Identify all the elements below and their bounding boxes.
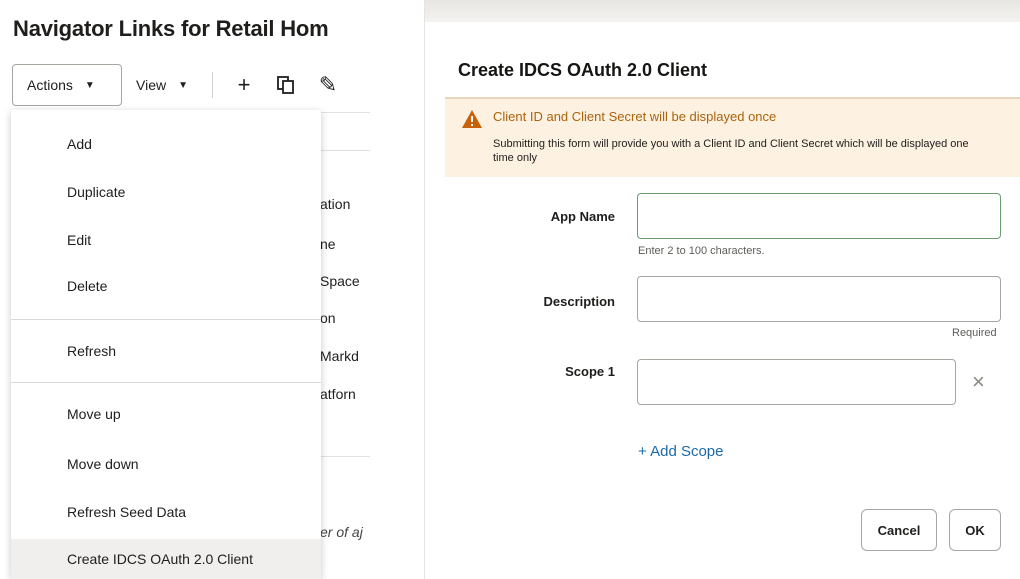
table-cell: Space (320, 273, 360, 289)
background-italic-text: er of aj (320, 524, 363, 540)
menu-item-refresh[interactable]: Refresh (11, 331, 321, 371)
edit-icon[interactable]: ✎ (317, 72, 339, 97)
view-label: View (136, 77, 167, 93)
warning-icon (462, 110, 482, 128)
description-input[interactable] (637, 276, 1001, 322)
table-divider (320, 112, 370, 113)
app-name-help: Enter 2 to 100 characters. (638, 245, 765, 257)
toolbar: Actions ▼ View ▼ + ✎ (12, 64, 339, 106)
required-indicator: Required (952, 327, 997, 339)
chevron-down-icon: ▼ (178, 79, 188, 91)
table-cell: on (320, 310, 336, 326)
description-label: Description (543, 294, 615, 309)
dialog-backdrop-strip (425, 0, 1020, 22)
create-oauth-client-dialog: Create IDCS OAuth 2.0 Client Client ID a… (424, 0, 1020, 579)
banner-body: Submitting this form will provide you wi… (493, 138, 969, 164)
scope-1-input[interactable] (637, 359, 956, 405)
view-menu-button[interactable]: View ▼ (136, 64, 188, 106)
cancel-button[interactable]: Cancel (861, 509, 937, 551)
background-table: ation ne Space on Markd atforn (320, 112, 370, 462)
table-cell: atforn (320, 386, 356, 402)
duplicate-icon-svg (277, 76, 294, 94)
menu-item-move-down[interactable]: Move down (11, 444, 321, 484)
chevron-down-icon: ▼ (84, 79, 95, 91)
page-title: Navigator Links for Retail Hom (13, 16, 329, 41)
app-name-input[interactable] (637, 193, 1001, 239)
table-divider (320, 456, 370, 457)
table-cell: ation (320, 196, 351, 212)
menu-item-duplicate[interactable]: Duplicate (11, 172, 321, 212)
navigator-links-panel: Navigator Links for Retail Hom Actions ▼… (0, 0, 420, 579)
actions-dropdown-menu: Add Duplicate Edit Delete Refresh Move u… (11, 110, 321, 579)
app-name-label: App Name (550, 209, 615, 224)
actions-label: Actions (27, 77, 73, 93)
menu-item-create-idcs-oauth-client[interactable]: Create IDCS OAuth 2.0 Client (11, 539, 321, 579)
ok-button[interactable]: OK (949, 509, 1001, 551)
clear-scope-icon[interactable]: × (972, 371, 985, 393)
table-divider (320, 150, 370, 151)
menu-item-edit[interactable]: Edit (11, 220, 321, 260)
actions-menu-button[interactable]: Actions ▼ (12, 64, 122, 106)
table-cell: ne (320, 236, 336, 252)
menu-item-delete[interactable]: Delete (11, 266, 321, 306)
menu-divider (11, 382, 321, 383)
banner-heading: Client ID and Client Secret will be disp… (493, 109, 777, 124)
table-cell: Markd (320, 348, 359, 364)
scope-1-label: Scope 1 (565, 364, 615, 379)
add-icon[interactable]: + (233, 72, 255, 97)
menu-item-refresh-seed-data[interactable]: Refresh Seed Data (11, 492, 321, 532)
toolbar-divider (212, 72, 213, 98)
menu-divider (11, 319, 321, 320)
add-scope-link[interactable]: + Add Scope (638, 443, 724, 460)
warning-banner: Client ID and Client Secret will be disp… (445, 97, 1020, 177)
menu-item-add[interactable]: Add (11, 124, 321, 164)
dialog-title: Create IDCS OAuth 2.0 Client (458, 60, 708, 80)
menu-item-move-up[interactable]: Move up (11, 394, 321, 434)
duplicate-icon[interactable] (275, 74, 297, 96)
